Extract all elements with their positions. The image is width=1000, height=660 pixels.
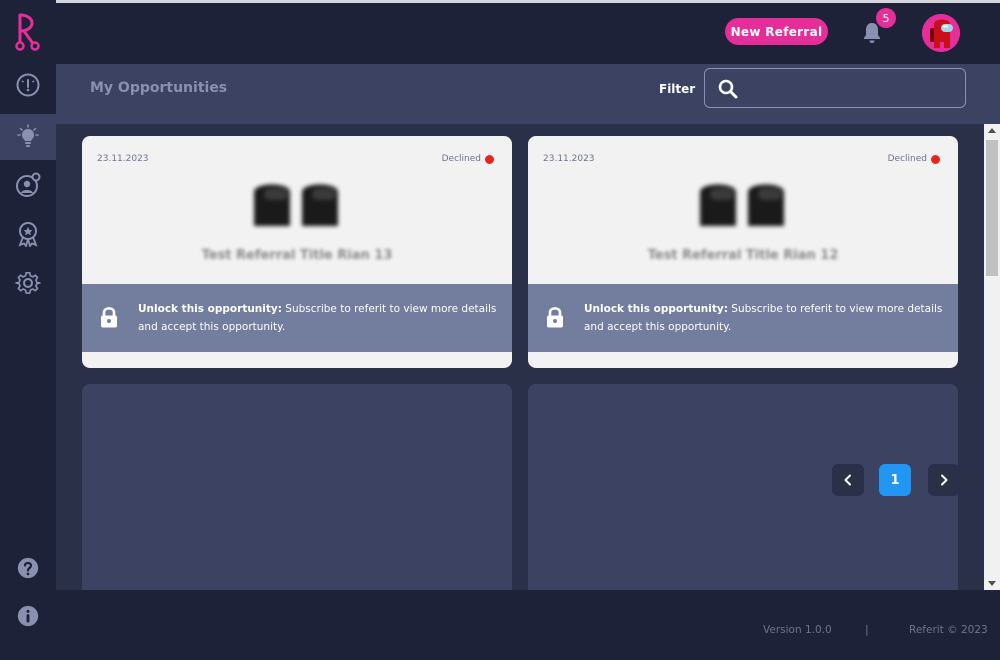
opportunity-card[interactable]: 23.11.2023 Declined Test Referral Title …	[82, 136, 512, 368]
unlock-message: Unlock this opportunity: Subscribe to re…	[584, 300, 944, 336]
scrollbar-thumb[interactable]	[986, 140, 998, 276]
pagination-next-button[interactable]	[928, 464, 960, 496]
referit-logo-icon[interactable]	[12, 11, 44, 51]
top-header: New Referral 5	[56, 3, 1000, 64]
card-title: Test Referral Title Rian 12	[647, 248, 839, 263]
notification-count-badge[interactable]: 5	[876, 8, 896, 28]
sidebar	[0, 0, 56, 660]
user-avatar-icon	[922, 14, 960, 52]
avatar[interactable]	[922, 14, 960, 52]
gear-icon	[15, 272, 41, 294]
vertical-scrollbar[interactable]	[984, 124, 1000, 590]
status-label: Declined	[887, 154, 927, 164]
unlock-title: Unlock this opportunity:	[584, 303, 728, 315]
referral-image-icon	[700, 184, 784, 226]
gauge-icon	[16, 73, 40, 97]
chevron-left-icon	[844, 474, 851, 486]
sidebar-item-settings[interactable]	[0, 261, 56, 307]
unlock-banner[interactable]: Unlock this opportunity: Subscribe to re…	[82, 284, 512, 352]
new-referral-button[interactable]: New Referral	[725, 18, 828, 45]
copyright: Referit © 2023	[909, 624, 988, 636]
unlock-message: Unlock this opportunity: Subscribe to re…	[138, 300, 498, 336]
footer-separator: |	[865, 623, 869, 636]
filter-label: Filter	[659, 82, 696, 96]
status-badge: Declined	[888, 154, 940, 164]
pagination-page-button[interactable]: 1	[879, 464, 911, 496]
pagination-prev-button[interactable]	[832, 464, 864, 496]
placeholder-card	[82, 384, 512, 590]
unlock-title: Unlock this opportunity:	[138, 303, 282, 315]
filter-search-box[interactable]	[704, 68, 966, 108]
card-title: Test Referral Title Rian 13	[201, 248, 393, 263]
user-target-icon	[16, 172, 41, 197]
status-dot-icon	[931, 154, 940, 164]
opportunities-grid: 23.11.2023 Declined Test Referral Title …	[56, 124, 984, 590]
sidebar-item-info[interactable]	[0, 593, 56, 639]
card-date: 23.11.2023	[543, 154, 595, 164]
app-version: Version 1.0.0	[763, 624, 832, 636]
unlock-banner[interactable]: Unlock this opportunity: Subscribe to re…	[528, 284, 958, 352]
status-dot-icon	[485, 154, 494, 164]
sidebar-item-referrals[interactable]	[0, 162, 56, 208]
status-badge: Declined	[442, 154, 494, 164]
search-icon	[718, 79, 738, 99]
opportunity-card[interactable]: 23.11.2023 Declined Test Referral Title …	[528, 136, 958, 368]
footer: Version 1.0.0 | Referit © 2023	[56, 602, 1000, 660]
card-date: 23.11.2023	[97, 154, 149, 164]
lock-icon	[547, 307, 563, 328]
sidebar-item-rewards[interactable]	[0, 211, 56, 257]
info-circle-icon	[17, 605, 39, 627]
scroll-up-icon[interactable]	[988, 128, 996, 133]
help-circle-icon	[17, 557, 39, 579]
lock-icon	[101, 307, 117, 328]
sidebar-item-opportunities[interactable]	[0, 114, 56, 160]
page-title-bar: My Opportunities Filter	[56, 64, 1000, 124]
referral-image-icon	[254, 184, 338, 226]
page-title: My Opportunities	[90, 80, 228, 96]
scroll-down-icon[interactable]	[988, 581, 996, 586]
award-badge-icon	[18, 222, 38, 247]
sidebar-item-dashboard[interactable]	[0, 62, 56, 108]
status-label: Declined	[441, 154, 481, 164]
chevron-right-icon	[941, 474, 948, 486]
lightbulb-icon	[17, 124, 39, 147]
sidebar-item-help[interactable]	[0, 545, 56, 591]
filter-search-input[interactable]	[745, 69, 959, 107]
